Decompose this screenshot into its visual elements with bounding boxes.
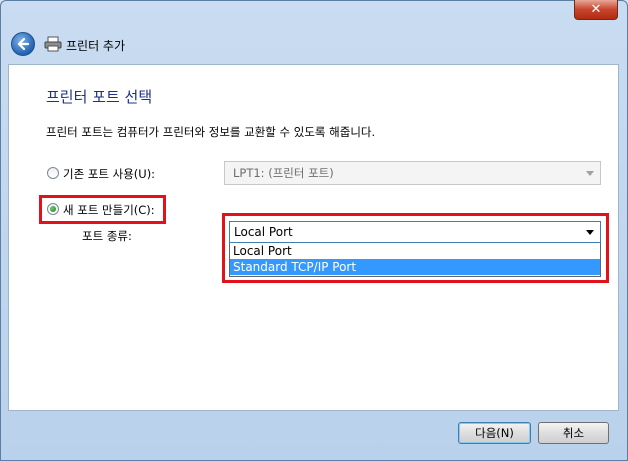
page-description: 프린터 포트는 컴퓨터가 프린터와 정보를 교환할 수 있도록 해줍니다.	[46, 125, 376, 139]
back-arrow-icon	[17, 37, 30, 51]
new-port-label[interactable]: 새 포트 만들기(C):	[63, 202, 155, 218]
existing-port-label[interactable]: 기존 포트 사용(U):	[63, 166, 155, 182]
printer-icon	[44, 36, 62, 52]
existing-port-radio[interactable]	[47, 167, 59, 179]
cancel-button[interactable]: 취소	[538, 422, 609, 444]
port-type-dropdown-list: Local Port Standard TCP/IP Port	[229, 243, 601, 277]
chevron-down-icon	[586, 230, 594, 235]
port-type-selected: Local Port	[234, 225, 293, 239]
existing-port-value: LPT1: (프린터 포트)	[233, 166, 334, 180]
chevron-down-icon	[586, 171, 594, 176]
close-icon: ✕	[590, 2, 602, 17]
dropdown-item-standard-tcpip-port[interactable]: Standard TCP/IP Port	[230, 259, 600, 275]
new-port-radio[interactable]	[47, 203, 59, 215]
next-button[interactable]: 다음(N)	[458, 422, 531, 444]
port-type-label: 포트 종류:	[82, 229, 132, 243]
existing-port-select: LPT1: (프린터 포트)	[224, 161, 601, 185]
page-heading: 프린터 포트 선택	[46, 88, 153, 106]
dropdown-item-local-port[interactable]: Local Port	[230, 243, 600, 259]
close-button[interactable]: ✕	[574, 0, 618, 20]
wizard-title: 프린터 추가	[66, 39, 126, 53]
port-type-select[interactable]: Local Port	[229, 221, 601, 243]
back-button[interactable]	[11, 32, 35, 56]
